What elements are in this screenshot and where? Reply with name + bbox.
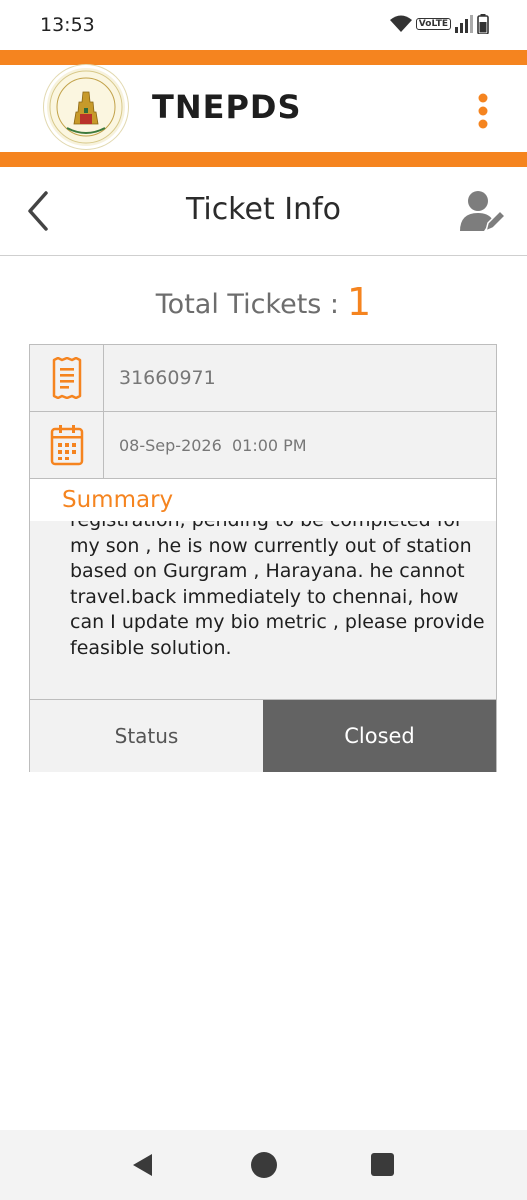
page-header: Ticket Info [0, 167, 527, 256]
total-tickets-label: Total Tickets : [155, 289, 340, 320]
ticket-icon-cell [30, 345, 104, 411]
status-row: Status Closed [30, 700, 496, 772]
status-value: Closed [263, 700, 496, 772]
status-bar: 13:53 VoLTE [0, 0, 527, 50]
status-icons: VoLTE [389, 14, 489, 34]
tn-emblem-logo [44, 65, 128, 149]
receipt-icon [52, 357, 81, 399]
ticket-datetime: 08-Sep-2026 01:00 PM [119, 435, 307, 455]
summary-label: Summary [62, 487, 174, 513]
ticket-card[interactable]: 31660971 08-Sep-2026 01:00 PM Summary my… [29, 344, 497, 772]
app-title: TNEPDS [152, 88, 302, 126]
ticket-number: 31660971 [119, 367, 216, 389]
nav-recents-icon[interactable] [371, 1153, 394, 1176]
page-title: Ticket Info [185, 192, 342, 227]
date-icon-cell [30, 412, 104, 478]
more-vert-icon[interactable] [476, 92, 490, 130]
app-header-bar: TNEPDS [0, 65, 527, 152]
volte-badge: VoLTE [415, 18, 451, 30]
summary-scroll[interactable]: registration, pending to be completed fo… [30, 521, 496, 700]
wifi-icon [389, 15, 412, 32]
user-edit-icon[interactable] [458, 187, 506, 235]
app-header: TNEPDS [0, 50, 527, 167]
signal-icon [455, 15, 473, 33]
battery-icon [477, 14, 489, 34]
calendar-icon [50, 425, 83, 466]
summary-text: registration, pending to be completed fo… [70, 521, 485, 659]
status-time: 13:53 [40, 14, 95, 36]
system-nav-bar [0, 1130, 527, 1200]
summary-header: Summary [30, 479, 496, 521]
total-tickets: Total Tickets :1 [0, 280, 527, 324]
temple-emblem-icon [49, 70, 123, 144]
ticket-date-row: 08-Sep-2026 01:00 PM [30, 412, 496, 479]
total-tickets-count: 1 [347, 280, 372, 324]
nav-back-icon[interactable] [130, 1152, 156, 1178]
nav-home-icon[interactable] [251, 1152, 277, 1178]
ticket-number-row: 31660971 [30, 345, 496, 412]
status-label: Status [30, 700, 263, 772]
